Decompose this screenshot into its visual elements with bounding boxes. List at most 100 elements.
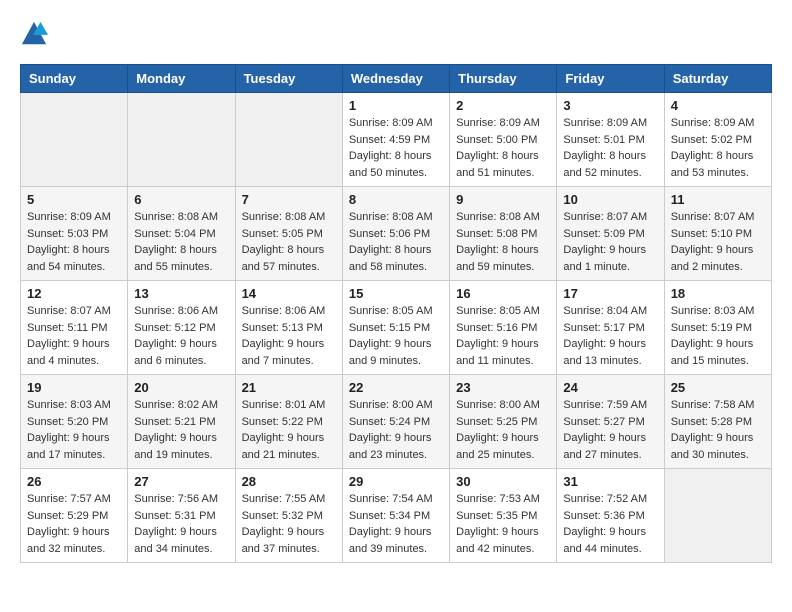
- day-info: Sunrise: 8:03 AMSunset: 5:20 PMDaylight:…: [27, 397, 121, 463]
- day-number: 23: [456, 380, 550, 395]
- day-info: Sunrise: 7:57 AMSunset: 5:29 PMDaylight:…: [27, 491, 121, 557]
- day-info: Sunrise: 8:07 AMSunset: 5:11 PMDaylight:…: [27, 303, 121, 369]
- day-number: 8: [349, 192, 443, 207]
- weekday-header-row: SundayMondayTuesdayWednesdayThursdayFrid…: [21, 65, 772, 93]
- weekday-header-wednesday: Wednesday: [342, 65, 449, 93]
- day-info: Sunrise: 7:58 AMSunset: 5:28 PMDaylight:…: [671, 397, 765, 463]
- calendar-cell: 29 Sunrise: 7:54 AMSunset: 5:34 PMDayligh…: [342, 469, 449, 563]
- day-info: Sunrise: 8:07 AMSunset: 5:09 PMDaylight:…: [563, 209, 657, 275]
- day-info: Sunrise: 8:08 AMSunset: 5:04 PMDaylight:…: [134, 209, 228, 275]
- day-info: Sunrise: 8:05 AMSunset: 5:15 PMDaylight:…: [349, 303, 443, 369]
- logo-icon: [20, 20, 48, 48]
- calendar-cell: 28Sunrise: 7:55 AMSunset: 5:32 PMDayligh…: [235, 469, 342, 563]
- day-number: 15: [349, 286, 443, 301]
- calendar-cell: 15 Sunrise: 8:05 AMSunset: 5:15 PMDayligh…: [342, 281, 449, 375]
- day-number: 2: [456, 98, 550, 113]
- calendar-cell: 21Sunrise: 8:01 AMSunset: 5:22 PMDayligh…: [235, 375, 342, 469]
- weekday-header-saturday: Saturday: [664, 65, 771, 93]
- calendar-table: SundayMondayTuesdayWednesdayThursdayFrid…: [20, 64, 772, 563]
- day-info: Sunrise: 8:09 AMSunset: 5:02 PMDaylight:…: [671, 115, 765, 181]
- day-info: Sunrise: 8:03 AMSunset: 5:19 PMDaylight:…: [671, 303, 765, 369]
- calendar-cell: 3 Sunrise: 8:09 AMSunset: 5:01 PMDaylight…: [557, 93, 664, 187]
- day-info: Sunrise: 8:09 AMSunset: 5:00 PMDaylight:…: [456, 115, 550, 181]
- calendar-cell: 17 Sunrise: 8:04 AMSunset: 5:17 PMDayligh…: [557, 281, 664, 375]
- day-info: Sunrise: 7:56 AMSunset: 5:31 PMDaylight:…: [134, 491, 228, 557]
- calendar-cell: 8Sunrise: 8:08 AMSunset: 5:06 PMDaylight…: [342, 187, 449, 281]
- day-number: 18: [671, 286, 765, 301]
- calendar-cell: 9Sunrise: 8:08 AMSunset: 5:08 PMDaylight…: [450, 187, 557, 281]
- day-number: 14: [242, 286, 336, 301]
- calendar-cell: 14 Sunrise: 8:06 AMSunset: 5:13 PMDayligh…: [235, 281, 342, 375]
- calendar-cell: 18 Sunrise: 8:03 AMSunset: 5:19 PMDayligh…: [664, 281, 771, 375]
- logo: [20, 20, 52, 48]
- day-number: 24: [563, 380, 657, 395]
- weekday-header-thursday: Thursday: [450, 65, 557, 93]
- day-number: 3: [563, 98, 657, 113]
- calendar-cell: 13 Sunrise: 8:06 AMSunset: 5:12 PMDayligh…: [128, 281, 235, 375]
- day-number: 10: [563, 192, 657, 207]
- calendar-cell: 4Sunrise: 8:09 AMSunset: 5:02 PMDaylight…: [664, 93, 771, 187]
- calendar-week-row: 26 Sunrise: 7:57 AMSunset: 5:29 PMDayligh…: [21, 469, 772, 563]
- calendar-week-row: 5 Sunrise: 8:09 AMSunset: 5:03 PMDaylight…: [21, 187, 772, 281]
- calendar-week-row: 1 Sunrise: 8:09 AMSunset: 4:59 PMDaylight…: [21, 93, 772, 187]
- day-number: 26: [27, 474, 121, 489]
- calendar-cell: 23 Sunrise: 8:00 AMSunset: 5:25 PMDayligh…: [450, 375, 557, 469]
- calendar-cell: 12 Sunrise: 8:07 AMSunset: 5:11 PMDayligh…: [21, 281, 128, 375]
- day-number: 5: [27, 192, 121, 207]
- weekday-header-tuesday: Tuesday: [235, 65, 342, 93]
- day-number: 19: [27, 380, 121, 395]
- calendar-cell: [664, 469, 771, 563]
- day-info: Sunrise: 7:54 AMSunset: 5:34 PMDaylight:…: [349, 491, 443, 557]
- calendar-cell: 22Sunrise: 8:00 AMSunset: 5:24 PMDayligh…: [342, 375, 449, 469]
- day-number: 16: [456, 286, 550, 301]
- day-number: 11: [671, 192, 765, 207]
- day-info: Sunrise: 8:01 AMSunset: 5:22 PMDaylight:…: [242, 397, 336, 463]
- calendar-week-row: 19 Sunrise: 8:03 AMSunset: 5:20 PMDayligh…: [21, 375, 772, 469]
- calendar-body: 1 Sunrise: 8:09 AMSunset: 4:59 PMDaylight…: [21, 93, 772, 563]
- day-number: 27: [134, 474, 228, 489]
- day-info: Sunrise: 8:04 AMSunset: 5:17 PMDaylight:…: [563, 303, 657, 369]
- calendar-cell: [128, 93, 235, 187]
- day-info: Sunrise: 7:52 AMSunset: 5:36 PMDaylight:…: [563, 491, 657, 557]
- day-number: 12: [27, 286, 121, 301]
- day-info: Sunrise: 8:09 AMSunset: 4:59 PMDaylight:…: [349, 115, 443, 181]
- day-number: 22: [349, 380, 443, 395]
- day-number: 20: [134, 380, 228, 395]
- calendar-cell: 20 Sunrise: 8:02 AMSunset: 5:21 PMDayligh…: [128, 375, 235, 469]
- day-info: Sunrise: 8:05 AMSunset: 5:16 PMDaylight:…: [456, 303, 550, 369]
- calendar-cell: 16 Sunrise: 8:05 AMSunset: 5:16 PMDayligh…: [450, 281, 557, 375]
- day-number: 31: [563, 474, 657, 489]
- calendar-cell: 27 Sunrise: 7:56 AMSunset: 5:31 PMDayligh…: [128, 469, 235, 563]
- calendar-cell: 1 Sunrise: 8:09 AMSunset: 4:59 PMDaylight…: [342, 93, 449, 187]
- calendar-cell: 19 Sunrise: 8:03 AMSunset: 5:20 PMDayligh…: [21, 375, 128, 469]
- day-number: 6: [134, 192, 228, 207]
- day-number: 17: [563, 286, 657, 301]
- day-number: 13: [134, 286, 228, 301]
- calendar-cell: 25 Sunrise: 7:58 AMSunset: 5:28 PMDayligh…: [664, 375, 771, 469]
- calendar-cell: [235, 93, 342, 187]
- calendar-cell: 24 Sunrise: 7:59 AMSunset: 5:27 PMDayligh…: [557, 375, 664, 469]
- calendar-cell: 7Sunrise: 8:08 AMSunset: 5:05 PMDaylight…: [235, 187, 342, 281]
- day-info: Sunrise: 8:02 AMSunset: 5:21 PMDaylight:…: [134, 397, 228, 463]
- day-info: Sunrise: 8:06 AMSunset: 5:13 PMDaylight:…: [242, 303, 336, 369]
- day-number: 29: [349, 474, 443, 489]
- day-info: Sunrise: 8:09 AMSunset: 5:03 PMDaylight:…: [27, 209, 121, 275]
- weekday-header-sunday: Sunday: [21, 65, 128, 93]
- day-info: Sunrise: 8:09 AMSunset: 5:01 PMDaylight:…: [563, 115, 657, 181]
- day-info: Sunrise: 8:00 AMSunset: 5:25 PMDaylight:…: [456, 397, 550, 463]
- calendar-cell: 10 Sunrise: 8:07 AMSunset: 5:09 PMDayligh…: [557, 187, 664, 281]
- day-number: 1: [349, 98, 443, 113]
- calendar-cell: 6 Sunrise: 8:08 AMSunset: 5:04 PMDaylight…: [128, 187, 235, 281]
- day-number: 9: [456, 192, 550, 207]
- calendar-cell: 26 Sunrise: 7:57 AMSunset: 5:29 PMDayligh…: [21, 469, 128, 563]
- day-info: Sunrise: 8:06 AMSunset: 5:12 PMDaylight:…: [134, 303, 228, 369]
- day-number: 25: [671, 380, 765, 395]
- day-info: Sunrise: 7:53 AMSunset: 5:35 PMDaylight:…: [456, 491, 550, 557]
- day-info: Sunrise: 7:55 AMSunset: 5:32 PMDaylight:…: [242, 491, 336, 557]
- calendar-cell: 30 Sunrise: 7:53 AMSunset: 5:35 PMDayligh…: [450, 469, 557, 563]
- calendar-cell: 31 Sunrise: 7:52 AMSunset: 5:36 PMDayligh…: [557, 469, 664, 563]
- day-number: 7: [242, 192, 336, 207]
- day-number: 30: [456, 474, 550, 489]
- day-info: Sunrise: 7:59 AMSunset: 5:27 PMDaylight:…: [563, 397, 657, 463]
- calendar-cell: 11Sunrise: 8:07 AMSunset: 5:10 PMDayligh…: [664, 187, 771, 281]
